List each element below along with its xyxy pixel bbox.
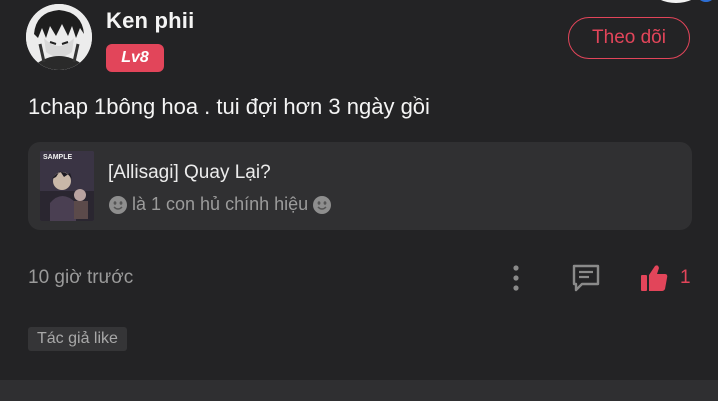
author-like-tag: Tác giả like	[28, 327, 127, 351]
comic-title: [Allisagi] Quay Lại?	[108, 162, 271, 183]
smiley-emoji-icon	[108, 195, 128, 215]
section-divider	[0, 380, 718, 401]
comic-subtitle-row: là 1 con hủ chính hiệu	[108, 194, 332, 215]
svg-text:SAMPLE: SAMPLE	[43, 154, 73, 161]
comic-subtitle: là 1 con hủ chính hiệu	[132, 194, 309, 214]
referenced-comic-card[interactable]: SAMPLE [Allisagi] Quay Lại? là 1 con hủ …	[28, 142, 692, 230]
like-count: 1	[680, 267, 691, 288]
vertical-dots-icon[interactable]	[505, 264, 527, 292]
level-badge: Lv8	[106, 44, 164, 72]
thumbs-up-icon[interactable]	[638, 262, 670, 294]
username[interactable]: Ken phii	[106, 8, 194, 34]
smiley-emoji-icon	[312, 195, 332, 215]
user-avatar[interactable]	[26, 4, 92, 70]
comment-text: 1chap 1bông hoa . tui đợi hơn 3 ngày gồi	[28, 94, 430, 119]
chat-bubble-icon[interactable]	[570, 262, 602, 294]
follow-button[interactable]: Theo dõi	[568, 17, 690, 59]
comment-card: Ken phii Lv8 Theo dõi 1chap 1bông hoa . …	[0, 0, 718, 380]
comic-thumbnail: SAMPLE	[40, 151, 94, 221]
notification-indicator-icon	[646, 0, 718, 4]
comment-timestamp: 10 giờ trước	[28, 267, 134, 288]
